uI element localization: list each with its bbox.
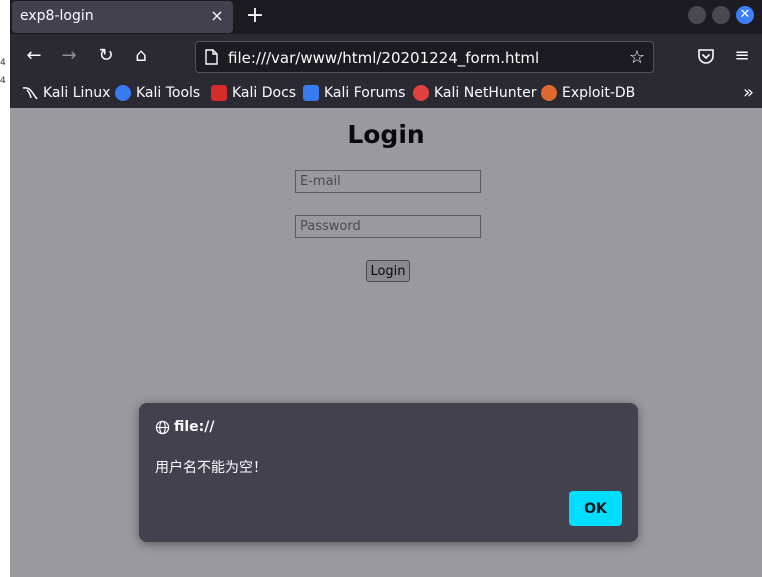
minimize-button[interactable] bbox=[688, 6, 706, 24]
kali-nethunter-icon bbox=[413, 85, 429, 101]
bookmark-exploit-db[interactable]: Exploit-DB bbox=[541, 84, 635, 102]
bookmark-kali-nethunter[interactable]: Kali NetHunter bbox=[413, 84, 536, 102]
navigation-toolbar: ← → ↻ ⌂ file:///var/www/html/20201224_fo… bbox=[10, 34, 762, 78]
forward-arrow-icon[interactable]: → bbox=[57, 44, 81, 68]
home-icon[interactable]: ⌂ bbox=[129, 44, 153, 68]
email-field[interactable] bbox=[295, 170, 481, 193]
bookmark-label: Kali Tools bbox=[136, 85, 201, 101]
close-window-button[interactable]: ✕ bbox=[736, 6, 754, 24]
page-title: Login bbox=[347, 120, 425, 149]
kali-docs-icon bbox=[211, 85, 227, 101]
bookmark-kali-docs[interactable]: Kali Docs bbox=[211, 84, 296, 102]
bookmark-star-icon[interactable]: ☆ bbox=[629, 47, 645, 68]
url-text[interactable]: file:///var/www/html/20201224_form.html bbox=[228, 49, 539, 67]
dialog-origin: file:// bbox=[155, 419, 215, 435]
browser-window: exp8-login × + ✕ ← → ↻ ⌂ file:///var/www… bbox=[10, 0, 762, 577]
close-tab-icon[interactable]: × bbox=[207, 6, 227, 26]
kali-forums-icon bbox=[303, 85, 319, 101]
bookmarks-toolbar: Kali Linux Kali Tools Kali Docs Kali For… bbox=[10, 78, 762, 108]
hamburger-menu-icon[interactable]: ≡ bbox=[730, 44, 754, 68]
bookmark-kali-linux[interactable]: Kali Linux bbox=[22, 84, 110, 102]
url-bar[interactable]: file:///var/www/html/20201224_form.html … bbox=[195, 41, 654, 73]
password-field[interactable] bbox=[295, 215, 481, 238]
edge-marker: 4 bbox=[0, 76, 6, 86]
page-icon bbox=[205, 49, 218, 65]
login-button[interactable]: Login bbox=[366, 260, 410, 282]
exploit-db-icon bbox=[541, 85, 557, 101]
chevron-double-right-icon[interactable]: » bbox=[743, 82, 754, 103]
dialog-message: 用户名不能为空！ bbox=[155, 460, 267, 476]
maximize-button[interactable] bbox=[712, 6, 730, 24]
bookmark-label: Exploit-DB bbox=[562, 85, 636, 101]
dialog-origin-text: file:// bbox=[174, 419, 215, 435]
back-arrow-icon[interactable]: ← bbox=[22, 44, 46, 68]
bookmark-label: Kali Forums bbox=[324, 85, 406, 101]
edge-marker: 4 bbox=[0, 58, 6, 68]
tab-title: exp8-login bbox=[20, 8, 94, 24]
reload-icon[interactable]: ↻ bbox=[94, 44, 118, 68]
tab-exp8-login[interactable]: exp8-login × bbox=[12, 1, 233, 33]
bookmark-kali-forums[interactable]: Kali Forums bbox=[303, 84, 405, 102]
tab-strip: exp8-login × + ✕ bbox=[10, 0, 762, 34]
bookmark-label: Kali NetHunter bbox=[434, 85, 537, 101]
new-tab-icon[interactable]: + bbox=[242, 4, 268, 30]
bookmark-label: Kali Docs bbox=[232, 85, 297, 101]
kali-dragon-icon bbox=[22, 87, 38, 100]
kali-tools-icon bbox=[115, 85, 131, 101]
ok-button[interactable]: OK bbox=[569, 491, 622, 526]
globe-icon bbox=[155, 420, 170, 434]
bookmark-kali-tools[interactable]: Kali Tools bbox=[115, 84, 200, 102]
pocket-icon[interactable] bbox=[697, 48, 715, 65]
bookmark-label: Kali Linux bbox=[43, 85, 111, 101]
alert-dialog: file:// 用户名不能为空！ OK bbox=[139, 403, 638, 542]
page-content: Login Login file:// 用户名不能为空！ OK bbox=[10, 108, 762, 577]
left-edge-strip: 4 4 bbox=[0, 0, 10, 577]
